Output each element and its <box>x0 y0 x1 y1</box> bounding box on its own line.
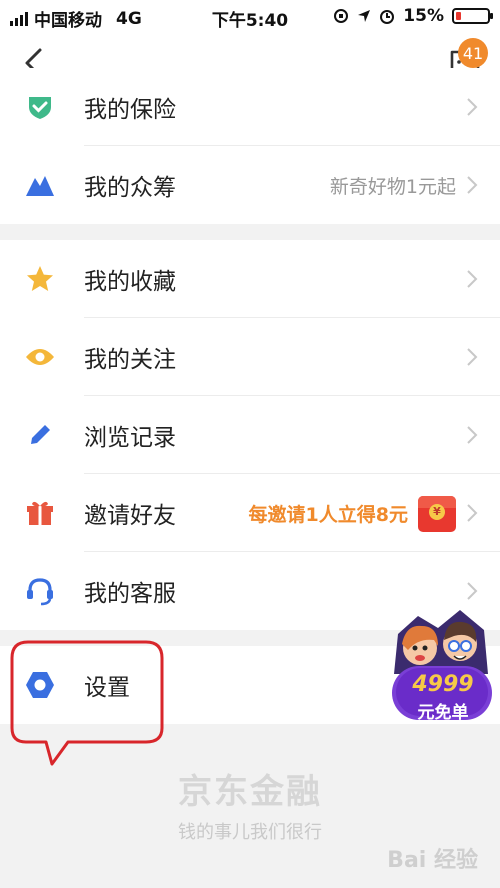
menu-item-insurance[interactable]: 我的保险 <box>0 68 500 146</box>
message-badge: 41 <box>458 38 488 68</box>
mountain-icon <box>24 169 56 201</box>
headset-icon <box>24 575 56 607</box>
promo-widget[interactable]: 4999 元免单 <box>388 604 496 724</box>
battery-percent: 15% <box>403 6 444 26</box>
menu-hint: 每邀请1人立得8元 <box>248 503 408 526</box>
baidu-watermark: Bai 经验 <box>387 848 478 873</box>
menu-hint: 新奇好物1元起 <box>329 175 456 198</box>
red-envelope-icon: ¥ <box>418 496 456 532</box>
chevron-right-icon <box>467 504 478 522</box>
footer-brand-title: 京东金融 <box>178 772 322 812</box>
menu-item-invite[interactable]: 邀请好友 每邀请1人立得8元 ¥ <box>0 474 500 552</box>
promo-amount: 4999 <box>412 672 474 697</box>
menu-label: 我的关注 <box>84 347 176 373</box>
chevron-right-icon <box>467 348 478 366</box>
gift-icon <box>24 497 56 529</box>
rotation-lock-icon <box>334 9 349 23</box>
menu-label: 邀请好友 <box>84 503 176 529</box>
chevron-right-icon <box>467 426 478 444</box>
pencil-icon <box>24 419 56 451</box>
promo-text: 元免单 <box>417 703 469 723</box>
chevron-right-icon <box>467 582 478 600</box>
menu-item-favorites[interactable]: 我的收藏 <box>0 240 500 318</box>
chevron-right-icon <box>467 176 478 194</box>
menu-label: 我的收藏 <box>84 269 176 295</box>
menu-item-history[interactable]: 浏览记录 <box>0 396 500 474</box>
chevron-right-icon <box>467 270 478 288</box>
status-bar: 中国移动 4G 下午5:40 15% <box>0 0 500 32</box>
menu-label: 我的保险 <box>84 97 176 123</box>
status-right: 15% <box>333 6 493 26</box>
menu-label: 我的客服 <box>84 581 176 607</box>
menu-label: 浏览记录 <box>84 425 176 451</box>
battery-icon <box>452 8 493 24</box>
eye-icon <box>24 341 56 373</box>
menu-item-following[interactable]: 我的关注 <box>0 318 500 396</box>
star-icon <box>24 263 56 295</box>
menu-item-crowdfunding[interactable]: 我的众筹 新奇好物1元起 <box>0 146 500 224</box>
menu-group-assets: 我的保险 我的众筹 新奇好物1元起 <box>0 68 500 224</box>
menu-group-personal: 我的收藏 我的关注 浏览记录 邀请好友 每邀请1人立得8元 ¥ 我的客服 <box>0 240 500 630</box>
footer-brand-slogan: 钱的事儿我们很行 <box>178 822 322 843</box>
location-icon <box>358 10 371 22</box>
chevron-right-icon <box>467 98 478 116</box>
menu-label: 我的众筹 <box>84 175 176 201</box>
alarm-icon <box>380 10 395 24</box>
shield-check-icon <box>24 91 56 123</box>
highlight-callout <box>10 640 164 766</box>
